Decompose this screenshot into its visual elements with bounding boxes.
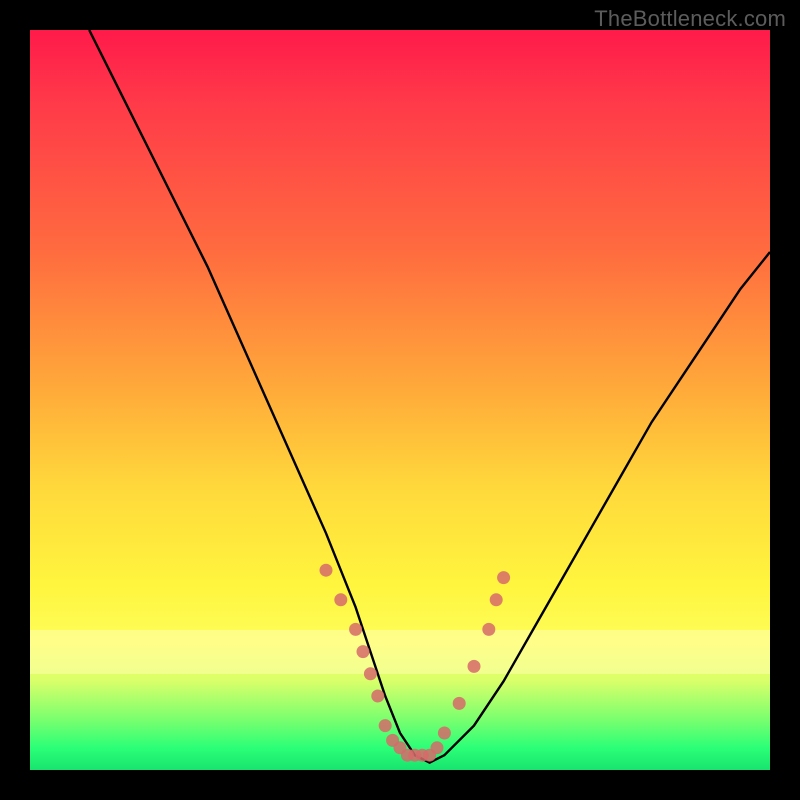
- marker-dot: [438, 727, 451, 740]
- marker-dot: [453, 697, 466, 710]
- attribution-text: TheBottleneck.com: [594, 6, 786, 32]
- marker-dot: [349, 623, 362, 636]
- bottleneck-curve: [89, 30, 770, 763]
- marker-dot: [379, 719, 392, 732]
- marker-dot: [482, 623, 495, 636]
- marker-dot: [497, 571, 510, 584]
- marker-dot: [357, 645, 370, 658]
- marker-dot: [320, 564, 333, 577]
- chart-frame: [30, 30, 770, 770]
- marker-dot: [431, 741, 444, 754]
- marker-group: [320, 564, 511, 762]
- marker-dot: [371, 690, 384, 703]
- chart-svg: [30, 30, 770, 770]
- marker-dot: [490, 593, 503, 606]
- marker-dot: [468, 660, 481, 673]
- marker-dot: [364, 667, 377, 680]
- marker-dot: [334, 593, 347, 606]
